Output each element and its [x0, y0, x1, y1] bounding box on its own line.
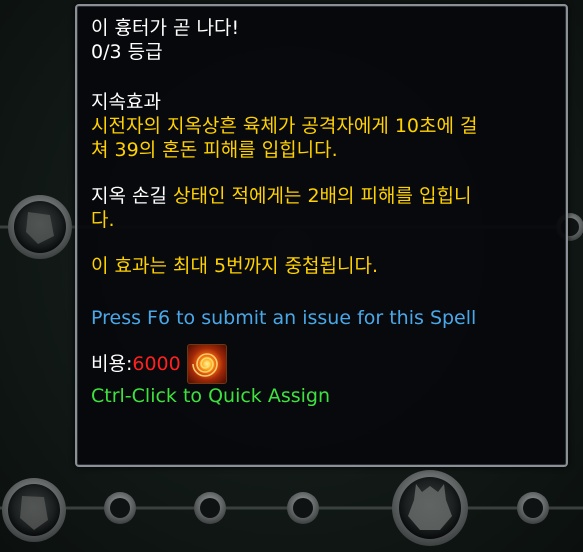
- stack-description: 이 효과는 최대 5번까지 중첩됩니다.: [91, 255, 379, 277]
- report-issue-text: Press F6 to submit an issue for this Spe…: [91, 307, 477, 329]
- cost-row: 비용: 6000: [91, 344, 552, 384]
- effect-description-line-1: 시전자의 지옥상흔 육체가 공격자에게 10초에 걸: [91, 115, 478, 137]
- cost-value: 6000: [132, 353, 181, 375]
- talent-node-lower-left[interactable]: [2, 478, 66, 542]
- chaos-orb-icon: [186, 344, 227, 384]
- talent-rank: 0/3 등급: [91, 41, 163, 63]
- section-header: 지속효과: [91, 91, 161, 113]
- debuff-description-line-1: 지옥 손길 상태인 적에게는 2배의 피해를 입힙니: [91, 184, 552, 208]
- cost-label: 비용:: [91, 353, 133, 375]
- debuff-name: 지옥 손길: [91, 185, 167, 207]
- talent-node-lower-3[interactable]: [287, 492, 319, 524]
- talent-node-lower-2[interactable]: [194, 492, 226, 524]
- quick-assign-hint: Ctrl-Click to Quick Assign: [91, 385, 331, 407]
- talent-node-lower-1[interactable]: [104, 492, 136, 524]
- talent-node-lower-demon[interactable]: [392, 470, 468, 546]
- talent-node-lower-5[interactable]: [517, 492, 549, 524]
- talent-node-upper-left[interactable]: [8, 195, 72, 259]
- effect-description-line-2: 쳐 39의 혼돈 피해를 입힙니다.: [91, 139, 338, 161]
- talent-title: 이 흉터가 곧 나다!: [91, 17, 240, 39]
- debuff-text: 상태인 적에게는 2배의 피해를 입힙니: [166, 185, 472, 207]
- debuff-description-line-2: 다.: [91, 209, 115, 231]
- talent-tooltip: 이 흉터가 곧 나다! 0/3 등급 지속효과 시전자의 지옥상흔 육체가 공격…: [75, 4, 568, 467]
